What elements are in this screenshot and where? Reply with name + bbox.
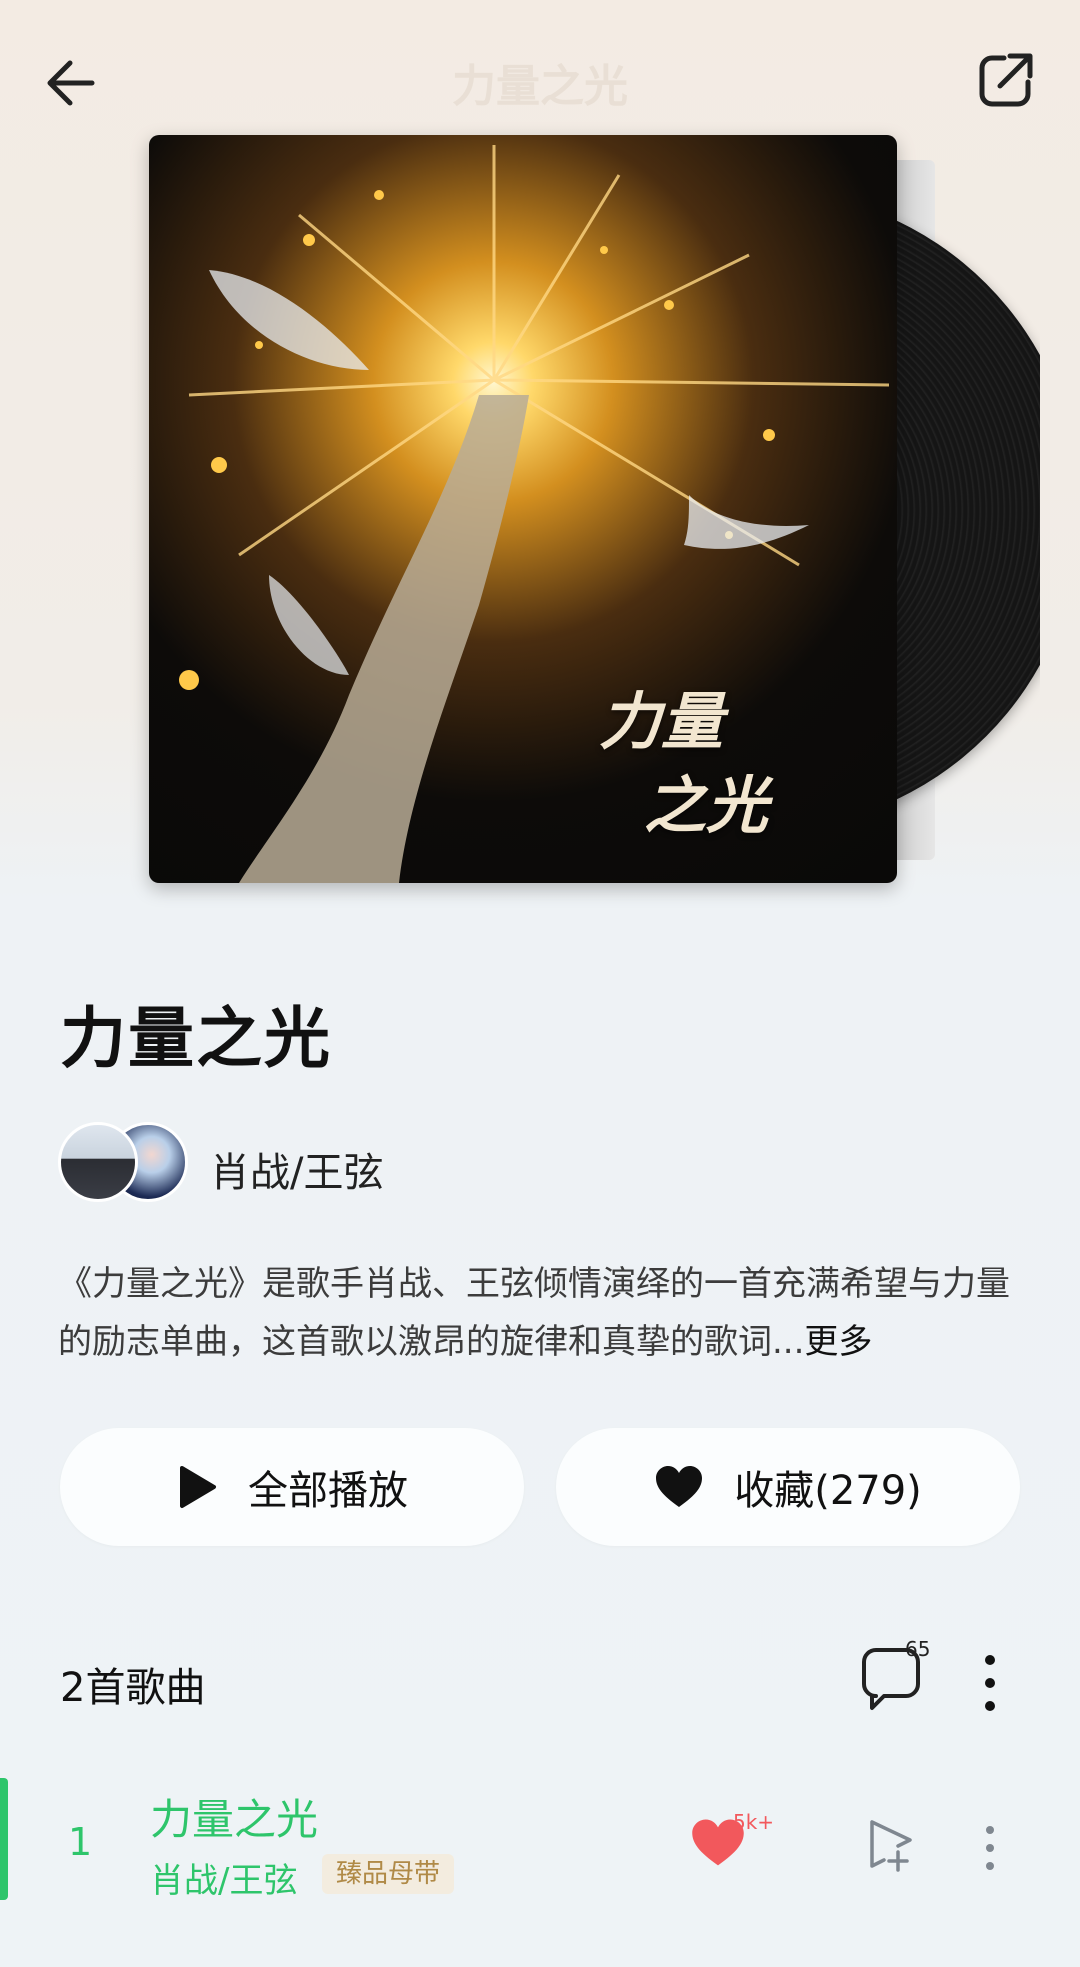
artist-name[interactable]: 肖战/王弦 (210, 1140, 383, 1198)
song-artist[interactable]: 肖战/王弦 (150, 1853, 297, 1902)
collect-label: 收藏(279) (734, 1468, 922, 1514)
quality-badge: 臻品母带 (322, 1854, 455, 1894)
cover-text-line2: 之光 (644, 769, 769, 842)
add-to-playlist-icon (870, 1820, 912, 1872)
album-cover: 力量 之光 (149, 135, 897, 883)
song-title[interactable]: 力量之光 (150, 1786, 318, 1847)
more-link[interactable]: 更多 (804, 1322, 872, 1362)
song-count: 2首歌曲 (60, 1665, 206, 1711)
like-count: 5k+ (733, 1810, 775, 1834)
more-vertical-icon (986, 1826, 994, 1870)
play-icon (180, 1466, 216, 1508)
collect-button[interactable]: 收藏(279) (556, 1428, 1020, 1546)
heart-icon (656, 1466, 703, 1507)
comment-count: 65 (905, 1637, 931, 1661)
header-title: 力量之光 (452, 61, 628, 112)
artist-avatar-1[interactable] (58, 1122, 138, 1202)
more-vertical-icon (985, 1655, 995, 1711)
playing-indicator (0, 1778, 8, 1900)
cover-text-line1: 力量 (599, 685, 724, 758)
play-all-label: 全部播放 (248, 1468, 408, 1514)
play-all-button[interactable]: 全部播放 (60, 1428, 524, 1546)
song-more-button[interactable] (975, 1818, 1005, 1878)
share-icon (979, 53, 1033, 107)
add-to-playlist-button[interactable] (862, 1816, 918, 1876)
album-description[interactable]: 《力量之光》是歌手肖战、王弦倾情演绎的一首充满希望与力量的励志单曲，这首歌以激昂… (58, 1255, 1018, 1371)
list-more-button[interactable] (970, 1648, 1010, 1718)
song-index: 1 (68, 1820, 93, 1864)
share-button[interactable] (970, 46, 1040, 116)
album-title: 力量之光 (60, 1000, 332, 1077)
